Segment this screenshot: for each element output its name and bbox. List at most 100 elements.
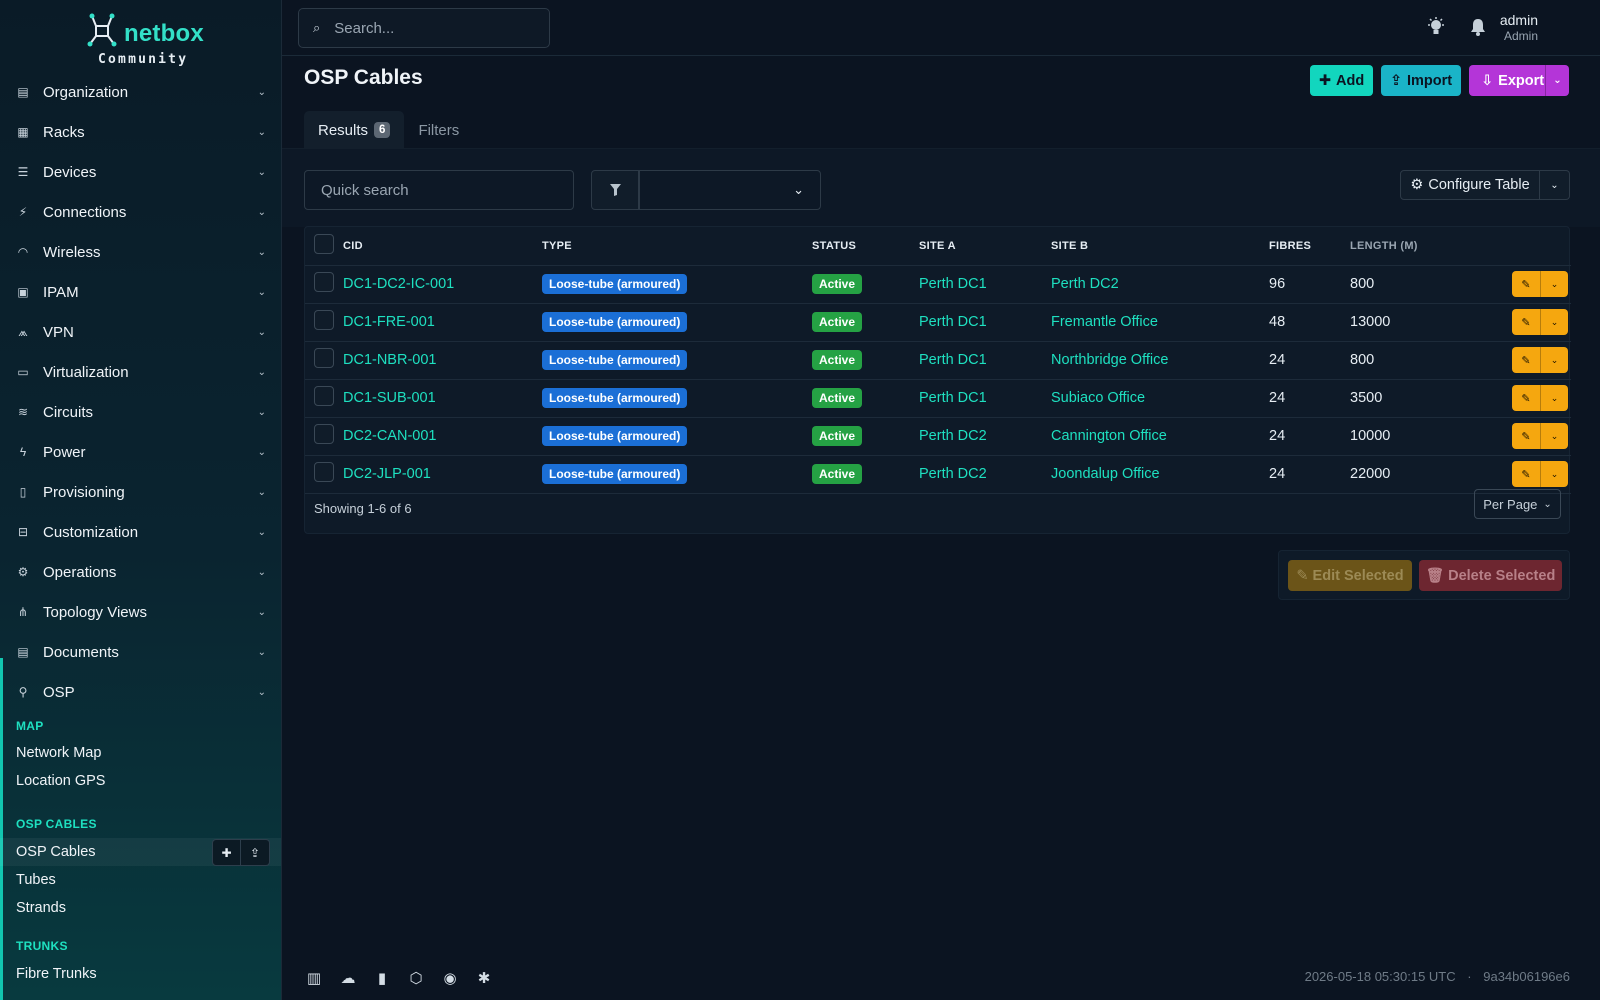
bookmark-doc-icon[interactable]: ▮ xyxy=(372,968,392,988)
site-a-link[interactable]: Perth DC2 xyxy=(919,428,987,444)
trunks-submenu: TRUNKS Fibre Trunks xyxy=(0,940,281,988)
osp-cables-add-button[interactable]: ✚ xyxy=(212,839,241,866)
row-actions-dropdown[interactable]: ⌄ xyxy=(1540,309,1568,335)
import-button[interactable]: ⇪ Import xyxy=(1381,65,1461,96)
filter-button[interactable] xyxy=(591,170,639,210)
site-a-link[interactable]: Perth DC1 xyxy=(919,276,987,292)
slack-icon[interactable]: ✱ xyxy=(474,968,494,988)
quick-search[interactable] xyxy=(304,170,574,210)
per-page-select[interactable]: Per Page ⌄ xyxy=(1474,489,1561,519)
row-actions-dropdown[interactable]: ⌄ xyxy=(1540,423,1568,449)
site-b-link[interactable]: Northbridge Office xyxy=(1051,352,1168,368)
row-actions-dropdown[interactable]: ⌄ xyxy=(1540,461,1568,487)
cid-link[interactable]: DC1-DC2-IC-001 xyxy=(343,276,454,292)
menu-item-virtualization[interactable]: ▭ Virtualization ⌄ xyxy=(0,352,281,392)
row-edit-button[interactable]: ✎ xyxy=(1512,423,1540,449)
submenu-item-location-gps[interactable]: Location GPS xyxy=(0,767,281,795)
row-checkbox[interactable] xyxy=(314,462,334,482)
submenu-item-fibre-trunks[interactable]: Fibre Trunks xyxy=(0,960,281,988)
configure-table-dropdown[interactable]: ⌄ xyxy=(1540,170,1570,200)
row-edit-button[interactable]: ✎ xyxy=(1512,385,1540,411)
status-cell: Active xyxy=(812,303,919,342)
row-actions-dropdown[interactable]: ⌄ xyxy=(1540,347,1568,373)
row-actions-dropdown[interactable]: ⌄ xyxy=(1540,385,1568,411)
column-header-site-b[interactable]: SITE B xyxy=(1051,227,1269,266)
ip-card-icon: ▣ xyxy=(17,285,29,299)
menu-item-connections[interactable]: ⚡ Connections ⌄ xyxy=(0,192,281,232)
row-checkbox[interactable] xyxy=(314,310,334,330)
menu-item-power[interactable]: ϟ Power ⌄ xyxy=(0,432,281,472)
column-header-length[interactable]: LENGTH (M) xyxy=(1350,227,1505,266)
site-a-link[interactable]: Perth DC2 xyxy=(919,466,987,482)
saved-filter-select[interactable]: ⌄ xyxy=(639,170,821,210)
site-b-link[interactable]: Subiaco Office xyxy=(1051,390,1145,406)
graphql-icon[interactable]: ⬡ xyxy=(406,968,426,988)
row-edit-button[interactable]: ✎ xyxy=(1512,347,1540,373)
add-button[interactable]: ✚ Add xyxy=(1310,65,1373,96)
export-button[interactable]: ⇩ Export ⌄ xyxy=(1469,65,1569,96)
bell-icon[interactable] xyxy=(1468,16,1488,38)
brand[interactable]: netbox Community xyxy=(0,8,281,68)
menu-item-circuits[interactable]: ≋ Circuits ⌄ xyxy=(0,392,281,432)
submenu-item-tubes[interactable]: Tubes xyxy=(0,866,281,894)
configure-table-button[interactable]: ⚙ Configure Table xyxy=(1400,170,1540,200)
column-header-fibres[interactable]: FIBRES xyxy=(1269,227,1350,266)
menu-item-devices[interactable]: ☰ Devices ⌄ xyxy=(0,152,281,192)
menu-item-provisioning[interactable]: ▯ Provisioning ⌄ xyxy=(0,472,281,512)
cid-link[interactable]: DC1-FRE-001 xyxy=(343,314,435,330)
row-checkbox[interactable] xyxy=(314,348,334,368)
quick-search-input[interactable] xyxy=(321,181,551,199)
menu-item-organization[interactable]: ▤ Organization ⌄ xyxy=(0,72,281,112)
cloud-download-icon[interactable]: ☁ xyxy=(338,968,358,988)
menu-item-wireless[interactable]: ◠ Wireless ⌄ xyxy=(0,232,281,272)
submenu-item-osp-cables[interactable]: OSP Cables ✚ ⇪ xyxy=(0,838,281,866)
tab-filters[interactable]: Filters xyxy=(404,111,473,149)
menu-item-operations[interactable]: ⚙ Operations ⌄ xyxy=(0,552,281,592)
lightbulb-icon[interactable] xyxy=(1426,16,1446,38)
column-header-site-a[interactable]: SITE A xyxy=(919,227,1051,266)
site-b-link[interactable]: Joondalup Office xyxy=(1051,466,1160,482)
site-b-link[interactable]: Fremantle Office xyxy=(1051,314,1158,330)
site-b-link[interactable]: Perth DC2 xyxy=(1051,276,1119,292)
site-a-link[interactable]: Perth DC1 xyxy=(919,314,987,330)
submenu-item-strands[interactable]: Strands xyxy=(0,894,281,922)
user-menu[interactable]: admin Admin xyxy=(1500,12,1538,43)
edit-selected-button[interactable]: ✎ Edit Selected xyxy=(1288,560,1412,591)
row-checkbox[interactable] xyxy=(314,386,334,406)
delete-selected-button[interactable]: 🗑 Delete Selected xyxy=(1419,560,1562,591)
book-icon[interactable]: ▥ xyxy=(304,968,324,988)
menu-item-racks[interactable]: ▦ Racks ⌄ xyxy=(0,112,281,152)
site-a-link[interactable]: Perth DC1 xyxy=(919,390,987,406)
column-header-type[interactable]: TYPE xyxy=(542,227,812,266)
row-edit-button[interactable]: ✎ xyxy=(1512,461,1540,487)
row-checkbox[interactable] xyxy=(314,272,334,292)
global-search[interactable]: ⌕ xyxy=(298,8,550,48)
menu-item-customization[interactable]: ⊟ Customization ⌄ xyxy=(0,512,281,552)
row-checkbox[interactable] xyxy=(314,424,334,444)
cid-link[interactable]: DC1-NBR-001 xyxy=(343,352,436,368)
row-edit-button[interactable]: ✎ xyxy=(1512,271,1540,297)
search-input[interactable] xyxy=(334,19,525,37)
chevron-down-icon[interactable]: ⌄ xyxy=(1545,65,1569,96)
menu-label: OSP xyxy=(43,683,75,701)
menu-item-osp[interactable]: ⚲ OSP ⌄ xyxy=(0,672,281,712)
cid-link[interactable]: DC2-CAN-001 xyxy=(343,428,436,444)
row-edit-button[interactable]: ✎ xyxy=(1512,309,1540,335)
actions-header xyxy=(1505,227,1571,266)
site-b-link[interactable]: Cannington Office xyxy=(1051,428,1167,444)
cid-link[interactable]: DC2-JLP-001 xyxy=(343,466,431,482)
site-a-link[interactable]: Perth DC1 xyxy=(919,352,987,368)
submenu-item-network-map[interactable]: Network Map xyxy=(0,739,281,767)
row-actions-dropdown[interactable]: ⌄ xyxy=(1540,271,1568,297)
tab-results[interactable]: Results 6 xyxy=(304,111,405,149)
column-header-cid[interactable]: CID xyxy=(343,227,542,266)
column-header-status[interactable]: STATUS xyxy=(812,227,919,266)
menu-item-topology-views[interactable]: ⋔ Topology Views ⌄ xyxy=(0,592,281,632)
select-all-checkbox[interactable] xyxy=(314,234,334,255)
cid-link[interactable]: DC1-SUB-001 xyxy=(343,390,436,406)
osp-cables-import-button[interactable]: ⇪ xyxy=(241,839,270,866)
menu-item-documents[interactable]: ▤ Documents ⌄ xyxy=(0,632,281,672)
menu-item-vpn[interactable]: ⩕ VPN ⌄ xyxy=(0,312,281,352)
menu-item-ipam[interactable]: ▣ IPAM ⌄ xyxy=(0,272,281,312)
github-icon[interactable]: ◉ xyxy=(440,968,460,988)
